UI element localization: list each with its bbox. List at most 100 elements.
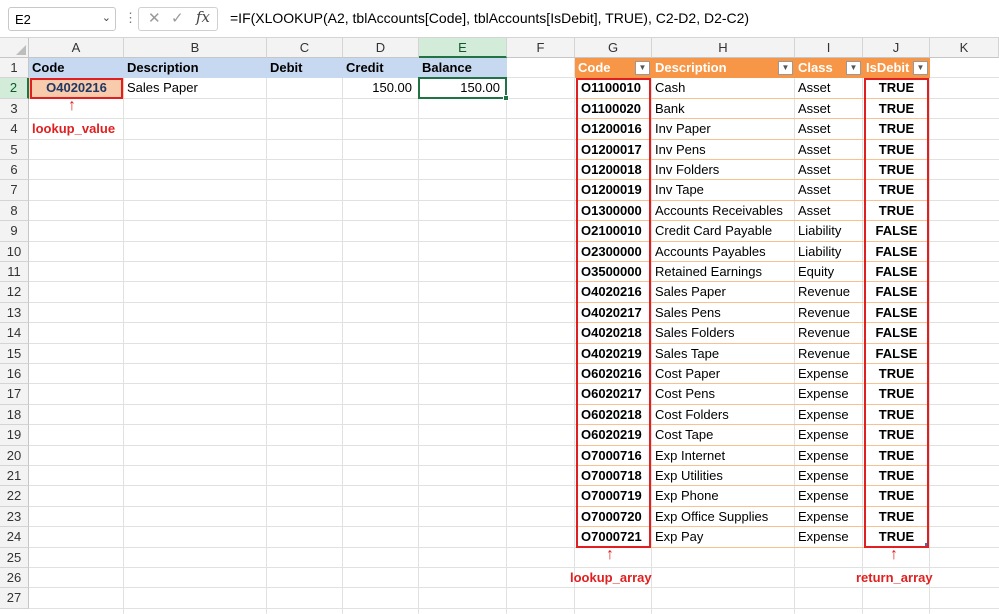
table-row-description[interactable]: Inv Paper: [652, 119, 795, 140]
table-row-description[interactable]: Cost Tape: [652, 425, 795, 446]
table-row-class[interactable]: Asset: [795, 140, 863, 160]
table-row-class[interactable]: Expense: [795, 466, 863, 487]
table-row-code[interactable]: O7000716: [575, 446, 652, 466]
row-header-19[interactable]: 19: [0, 425, 29, 446]
table-row-class[interactable]: Liability: [795, 221, 863, 242]
table-row-isdebit[interactable]: TRUE: [863, 527, 930, 548]
table-row-isdebit[interactable]: TRUE: [863, 201, 930, 222]
filter-dropdown-icon[interactable]: ▼: [635, 61, 650, 75]
table-row-class[interactable]: Revenue: [795, 303, 863, 324]
column-header-g[interactable]: G: [575, 38, 652, 58]
table-row-class[interactable]: Asset: [795, 160, 863, 181]
row-header-18[interactable]: 18: [0, 404, 29, 426]
table-row-description[interactable]: Exp Phone: [652, 486, 795, 507]
table-row-description[interactable]: Cost Folders: [652, 405, 795, 426]
row-header-4[interactable]: 4: [0, 119, 29, 140]
table-row-description[interactable]: Accounts Payables: [652, 242, 795, 262]
table-row-isdebit[interactable]: TRUE: [863, 405, 930, 426]
row-header-9[interactable]: 9: [0, 221, 29, 242]
table-row-code[interactable]: O1100020: [575, 99, 652, 120]
row-header-16[interactable]: 16: [0, 364, 29, 385]
insert-function-icon[interactable]: fx: [196, 8, 210, 26]
table-row-code[interactable]: O7000718: [575, 466, 652, 487]
row-header-17[interactable]: 17: [0, 384, 29, 405]
row-header-27[interactable]: 27: [0, 588, 29, 609]
table-row-class[interactable]: Revenue: [795, 323, 863, 344]
table-header-code[interactable]: Code ▼: [575, 58, 652, 79]
table-row-isdebit[interactable]: FALSE: [863, 221, 930, 242]
table-row-isdebit[interactable]: FALSE: [863, 242, 930, 262]
table-header-description[interactable]: Description ▼: [652, 58, 795, 79]
row-header-22[interactable]: 22: [0, 486, 29, 507]
table-row-description[interactable]: Inv Pens: [652, 140, 795, 160]
table-row-class[interactable]: Expense: [795, 405, 863, 426]
row-header-8[interactable]: 8: [0, 200, 29, 222]
table-row-class[interactable]: Expense: [795, 527, 863, 548]
table-row-description[interactable]: Cost Paper: [652, 364, 795, 385]
table-row-class[interactable]: Expense: [795, 384, 863, 405]
table-row-class[interactable]: Asset: [795, 180, 863, 201]
row-header-12[interactable]: 12: [0, 282, 29, 303]
row-header-5[interactable]: 5: [0, 139, 29, 160]
table-row-description[interactable]: Exp Pay: [652, 527, 795, 548]
table-row-code[interactable]: O7000720: [575, 507, 652, 528]
table-row-code[interactable]: O1200016: [575, 119, 652, 140]
table-row-class[interactable]: Asset: [795, 119, 863, 140]
column-header-f[interactable]: F: [507, 38, 575, 58]
table-row-isdebit[interactable]: TRUE: [863, 160, 930, 181]
row-header-25[interactable]: 25: [0, 547, 29, 568]
chevron-down-icon[interactable]: ⌄: [102, 11, 111, 24]
table-row-code[interactable]: O1200017: [575, 140, 652, 160]
table-row-isdebit[interactable]: FALSE: [863, 262, 930, 283]
row-header-24[interactable]: 24: [0, 527, 29, 548]
table-row-description[interactable]: Exp Office Supplies: [652, 507, 795, 528]
table-row-isdebit[interactable]: TRUE: [863, 384, 930, 405]
select-all-corner[interactable]: [0, 38, 29, 58]
lookup-value-cell[interactable]: O4020216: [29, 78, 124, 99]
row-header-20[interactable]: 20: [0, 445, 29, 466]
table-row-isdebit[interactable]: TRUE: [863, 78, 930, 99]
table-row-code[interactable]: O3500000: [575, 262, 652, 283]
row-header-26[interactable]: 26: [0, 568, 29, 589]
table-row-class[interactable]: Expense: [795, 364, 863, 385]
row-header-6[interactable]: 6: [0, 160, 29, 181]
name-box[interactable]: E2 ⌄: [8, 7, 116, 31]
table-row-description[interactable]: Inv Folders: [652, 160, 795, 181]
table-row-description[interactable]: Accounts Receivables: [652, 201, 795, 222]
table-row-class[interactable]: Asset: [795, 99, 863, 120]
formula-input[interactable]: =IF(XLOOKUP(A2, tblAccounts[Code], tblAc…: [230, 10, 749, 26]
table-row-isdebit[interactable]: TRUE: [863, 466, 930, 487]
table-row-isdebit[interactable]: TRUE: [863, 364, 930, 385]
column-header-h[interactable]: H: [652, 38, 795, 58]
table-row-code[interactable]: O2100010: [575, 221, 652, 242]
row-header-1[interactable]: 1: [0, 58, 29, 79]
table-row-description[interactable]: Sales Pens: [652, 303, 795, 324]
table-row-code[interactable]: O1200019: [575, 180, 652, 201]
worksheet-grid[interactable]: A B C D E F G H I J K 1 2 3 4 5 6 7 8 9 10 11 12 13 14 15 16 17 18 19…: [0, 38, 999, 614]
filter-dropdown-icon[interactable]: ▼: [846, 61, 861, 75]
table-row-class[interactable]: Revenue: [795, 282, 863, 303]
row-header-15[interactable]: 15: [0, 343, 29, 364]
table-row-code[interactable]: O7000719: [575, 486, 652, 507]
table-row-isdebit[interactable]: TRUE: [863, 119, 930, 140]
enter-icon[interactable]: ✓: [171, 9, 184, 27]
table-row-description[interactable]: Cost Pens: [652, 384, 795, 405]
table-row-class[interactable]: Revenue: [795, 344, 863, 364]
table-row-class[interactable]: Expense: [795, 507, 863, 528]
table-row-class[interactable]: Expense: [795, 486, 863, 507]
table-row-isdebit[interactable]: TRUE: [863, 425, 930, 446]
table-row-isdebit[interactable]: FALSE: [863, 303, 930, 324]
table-row-class[interactable]: Expense: [795, 446, 863, 466]
table-row-code[interactable]: O6020219: [575, 425, 652, 446]
row-header-3[interactable]: 3: [0, 98, 29, 120]
table-row-description[interactable]: Exp Internet: [652, 446, 795, 466]
table-row-class[interactable]: Asset: [795, 201, 863, 222]
table-row-code[interactable]: O4020219: [575, 344, 652, 364]
table-row-code[interactable]: O4020216: [575, 282, 652, 303]
row-header-10[interactable]: 10: [0, 241, 29, 262]
column-header-j[interactable]: J: [863, 38, 930, 58]
table-resize-handle[interactable]: [925, 542, 929, 547]
table-row-description[interactable]: Sales Tape: [652, 344, 795, 364]
row-header-14[interactable]: 14: [0, 323, 29, 344]
table-row-code[interactable]: O1300000: [575, 201, 652, 222]
